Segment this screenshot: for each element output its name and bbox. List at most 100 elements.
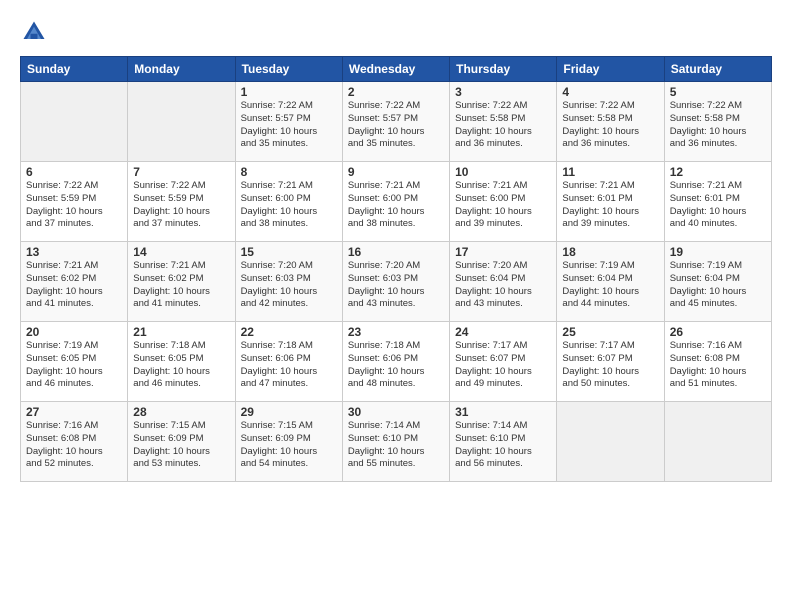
- day-of-week-header: Sunday: [21, 57, 128, 82]
- day-info: Sunrise: 7:19 AM Sunset: 6:04 PM Dayligh…: [562, 260, 658, 311]
- day-info: Sunrise: 7:21 AM Sunset: 6:01 PM Dayligh…: [670, 180, 766, 231]
- day-info: Sunrise: 7:17 AM Sunset: 6:07 PM Dayligh…: [562, 340, 658, 391]
- day-number: 1: [241, 85, 337, 99]
- calendar-day-cell: 8Sunrise: 7:21 AM Sunset: 6:00 PM Daylig…: [235, 162, 342, 242]
- calendar-day-cell: 20Sunrise: 7:19 AM Sunset: 6:05 PM Dayli…: [21, 322, 128, 402]
- day-info: Sunrise: 7:20 AM Sunset: 6:03 PM Dayligh…: [348, 260, 444, 311]
- day-number: 31: [455, 405, 551, 419]
- day-info: Sunrise: 7:22 AM Sunset: 5:58 PM Dayligh…: [562, 100, 658, 151]
- day-number: 9: [348, 165, 444, 179]
- calendar-day-cell: 18Sunrise: 7:19 AM Sunset: 6:04 PM Dayli…: [557, 242, 664, 322]
- calendar-day-cell: 29Sunrise: 7:15 AM Sunset: 6:09 PM Dayli…: [235, 402, 342, 482]
- day-info: Sunrise: 7:20 AM Sunset: 6:04 PM Dayligh…: [455, 260, 551, 311]
- day-of-week-header: Monday: [128, 57, 235, 82]
- day-info: Sunrise: 7:15 AM Sunset: 6:09 PM Dayligh…: [133, 420, 229, 471]
- day-number: 20: [26, 325, 122, 339]
- calendar-day-cell: [557, 402, 664, 482]
- calendar-day-cell: 10Sunrise: 7:21 AM Sunset: 6:00 PM Dayli…: [450, 162, 557, 242]
- day-number: 28: [133, 405, 229, 419]
- day-number: 19: [670, 245, 766, 259]
- calendar-day-cell: 19Sunrise: 7:19 AM Sunset: 6:04 PM Dayli…: [664, 242, 771, 322]
- day-number: 23: [348, 325, 444, 339]
- day-number: 27: [26, 405, 122, 419]
- day-of-week-header: Wednesday: [342, 57, 449, 82]
- calendar-day-cell: 28Sunrise: 7:15 AM Sunset: 6:09 PM Dayli…: [128, 402, 235, 482]
- day-number: 13: [26, 245, 122, 259]
- day-info: Sunrise: 7:18 AM Sunset: 6:06 PM Dayligh…: [241, 340, 337, 391]
- day-info: Sunrise: 7:14 AM Sunset: 6:10 PM Dayligh…: [455, 420, 551, 471]
- day-info: Sunrise: 7:22 AM Sunset: 5:57 PM Dayligh…: [241, 100, 337, 151]
- day-number: 22: [241, 325, 337, 339]
- day-info: Sunrise: 7:22 AM Sunset: 5:59 PM Dayligh…: [26, 180, 122, 231]
- day-of-week-header: Friday: [557, 57, 664, 82]
- calendar-day-cell: 16Sunrise: 7:20 AM Sunset: 6:03 PM Dayli…: [342, 242, 449, 322]
- header: [20, 18, 772, 46]
- day-info: Sunrise: 7:21 AM Sunset: 6:02 PM Dayligh…: [26, 260, 122, 311]
- day-info: Sunrise: 7:18 AM Sunset: 6:06 PM Dayligh…: [348, 340, 444, 391]
- day-number: 10: [455, 165, 551, 179]
- day-number: 11: [562, 165, 658, 179]
- day-info: Sunrise: 7:17 AM Sunset: 6:07 PM Dayligh…: [455, 340, 551, 391]
- logo: [20, 18, 52, 46]
- day-info: Sunrise: 7:18 AM Sunset: 6:05 PM Dayligh…: [133, 340, 229, 391]
- calendar-week-row: 13Sunrise: 7:21 AM Sunset: 6:02 PM Dayli…: [21, 242, 772, 322]
- calendar-day-cell: 15Sunrise: 7:20 AM Sunset: 6:03 PM Dayli…: [235, 242, 342, 322]
- day-info: Sunrise: 7:20 AM Sunset: 6:03 PM Dayligh…: [241, 260, 337, 311]
- calendar-day-cell: 11Sunrise: 7:21 AM Sunset: 6:01 PM Dayli…: [557, 162, 664, 242]
- day-number: 26: [670, 325, 766, 339]
- day-number: 18: [562, 245, 658, 259]
- day-info: Sunrise: 7:21 AM Sunset: 6:02 PM Dayligh…: [133, 260, 229, 311]
- day-info: Sunrise: 7:21 AM Sunset: 6:01 PM Dayligh…: [562, 180, 658, 231]
- day-info: Sunrise: 7:14 AM Sunset: 6:10 PM Dayligh…: [348, 420, 444, 471]
- day-number: 29: [241, 405, 337, 419]
- day-number: 24: [455, 325, 551, 339]
- day-info: Sunrise: 7:16 AM Sunset: 6:08 PM Dayligh…: [670, 340, 766, 391]
- day-number: 21: [133, 325, 229, 339]
- calendar-day-cell: 22Sunrise: 7:18 AM Sunset: 6:06 PM Dayli…: [235, 322, 342, 402]
- day-info: Sunrise: 7:21 AM Sunset: 6:00 PM Dayligh…: [455, 180, 551, 231]
- day-info: Sunrise: 7:16 AM Sunset: 6:08 PM Dayligh…: [26, 420, 122, 471]
- logo-icon: [20, 18, 48, 46]
- calendar-day-cell: 25Sunrise: 7:17 AM Sunset: 6:07 PM Dayli…: [557, 322, 664, 402]
- day-info: Sunrise: 7:19 AM Sunset: 6:05 PM Dayligh…: [26, 340, 122, 391]
- calendar-week-row: 27Sunrise: 7:16 AM Sunset: 6:08 PM Dayli…: [21, 402, 772, 482]
- day-info: Sunrise: 7:21 AM Sunset: 6:00 PM Dayligh…: [241, 180, 337, 231]
- calendar-week-row: 6Sunrise: 7:22 AM Sunset: 5:59 PM Daylig…: [21, 162, 772, 242]
- day-number: 8: [241, 165, 337, 179]
- calendar-table: SundayMondayTuesdayWednesdayThursdayFrid…: [20, 56, 772, 482]
- day-number: 6: [26, 165, 122, 179]
- calendar-day-cell: 26Sunrise: 7:16 AM Sunset: 6:08 PM Dayli…: [664, 322, 771, 402]
- calendar-day-cell: 14Sunrise: 7:21 AM Sunset: 6:02 PM Dayli…: [128, 242, 235, 322]
- calendar-day-cell: 30Sunrise: 7:14 AM Sunset: 6:10 PM Dayli…: [342, 402, 449, 482]
- page: SundayMondayTuesdayWednesdayThursdayFrid…: [0, 0, 792, 612]
- calendar-day-cell: 17Sunrise: 7:20 AM Sunset: 6:04 PM Dayli…: [450, 242, 557, 322]
- day-info: Sunrise: 7:21 AM Sunset: 6:00 PM Dayligh…: [348, 180, 444, 231]
- calendar-day-cell: 5Sunrise: 7:22 AM Sunset: 5:58 PM Daylig…: [664, 82, 771, 162]
- calendar-day-cell: [128, 82, 235, 162]
- day-number: 5: [670, 85, 766, 99]
- calendar-day-cell: 21Sunrise: 7:18 AM Sunset: 6:05 PM Dayli…: [128, 322, 235, 402]
- day-info: Sunrise: 7:22 AM Sunset: 5:57 PM Dayligh…: [348, 100, 444, 151]
- calendar-day-cell: 23Sunrise: 7:18 AM Sunset: 6:06 PM Dayli…: [342, 322, 449, 402]
- calendar-header-row: SundayMondayTuesdayWednesdayThursdayFrid…: [21, 57, 772, 82]
- day-info: Sunrise: 7:15 AM Sunset: 6:09 PM Dayligh…: [241, 420, 337, 471]
- calendar-day-cell: [21, 82, 128, 162]
- day-info: Sunrise: 7:22 AM Sunset: 5:58 PM Dayligh…: [455, 100, 551, 151]
- calendar-day-cell: 12Sunrise: 7:21 AM Sunset: 6:01 PM Dayli…: [664, 162, 771, 242]
- calendar-week-row: 20Sunrise: 7:19 AM Sunset: 6:05 PM Dayli…: [21, 322, 772, 402]
- calendar-day-cell: 13Sunrise: 7:21 AM Sunset: 6:02 PM Dayli…: [21, 242, 128, 322]
- day-number: 14: [133, 245, 229, 259]
- day-number: 3: [455, 85, 551, 99]
- calendar-day-cell: 27Sunrise: 7:16 AM Sunset: 6:08 PM Dayli…: [21, 402, 128, 482]
- calendar-day-cell: 2Sunrise: 7:22 AM Sunset: 5:57 PM Daylig…: [342, 82, 449, 162]
- calendar-day-cell: 9Sunrise: 7:21 AM Sunset: 6:00 PM Daylig…: [342, 162, 449, 242]
- day-number: 15: [241, 245, 337, 259]
- day-number: 7: [133, 165, 229, 179]
- day-of-week-header: Thursday: [450, 57, 557, 82]
- calendar-day-cell: 1Sunrise: 7:22 AM Sunset: 5:57 PM Daylig…: [235, 82, 342, 162]
- day-number: 4: [562, 85, 658, 99]
- day-info: Sunrise: 7:19 AM Sunset: 6:04 PM Dayligh…: [670, 260, 766, 311]
- calendar-day-cell: 7Sunrise: 7:22 AM Sunset: 5:59 PM Daylig…: [128, 162, 235, 242]
- day-info: Sunrise: 7:22 AM Sunset: 5:59 PM Dayligh…: [133, 180, 229, 231]
- calendar-day-cell: [664, 402, 771, 482]
